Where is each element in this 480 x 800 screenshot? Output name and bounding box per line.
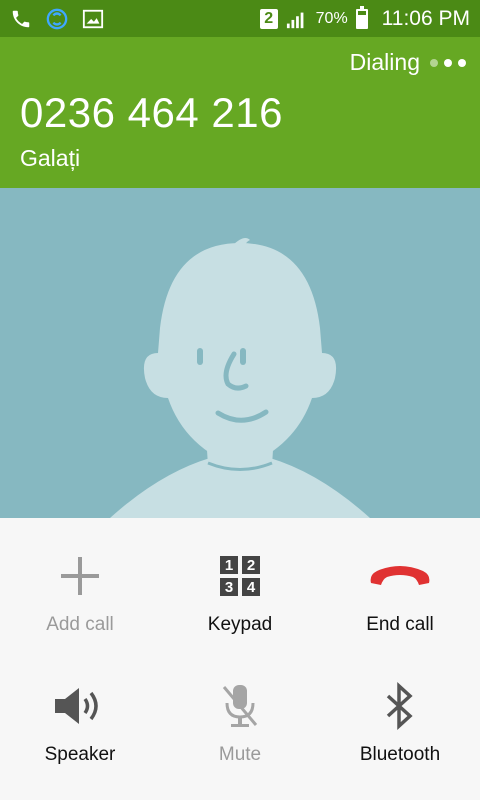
keypad-digit: 3	[220, 578, 238, 596]
speaker-label: Speaker	[44, 744, 116, 765]
mute-label: Mute	[218, 744, 262, 765]
keypad-icon: 1 2 3 4	[220, 548, 260, 604]
end-call-button[interactable]: End call	[320, 548, 480, 636]
dialing-dots-icon	[430, 58, 466, 67]
contact-photo	[0, 188, 480, 518]
battery-icon	[355, 5, 368, 29]
sync-icon	[46, 8, 68, 30]
bluetooth-label: Bluetooth	[359, 744, 441, 765]
clock: 11:06 PM	[381, 6, 470, 30]
add-call-label: Add call	[46, 614, 114, 635]
mute-button[interactable]: Mute	[160, 678, 320, 766]
end-call-icon	[367, 548, 433, 604]
gallery-icon	[82, 8, 104, 30]
phone-number: 0236 464 216	[20, 89, 283, 136]
keypad-button[interactable]: 1 2 3 4 Keypad	[160, 548, 320, 636]
battery-percent: 70%	[315, 9, 348, 27]
plus-icon	[59, 548, 101, 604]
end-call-label: End call	[366, 614, 434, 635]
keypad-digit: 4	[242, 578, 260, 596]
call-state-label: Dialing	[349, 49, 420, 75]
call-state: Dialing	[350, 49, 466, 76]
keypad-digit: 2	[242, 556, 260, 574]
call-controls: Add call 1 2 3 4 Keypad End call Speaker…	[0, 518, 480, 800]
status-bar: 2 70% 11:06 PM	[0, 0, 480, 37]
keypad-digit: 1	[220, 556, 238, 574]
call-header: Dialing 0236 464 216 Galați	[0, 37, 480, 188]
default-avatar-icon	[110, 238, 370, 518]
mic-off-icon	[220, 678, 260, 734]
speaker-icon	[53, 678, 107, 734]
speaker-button[interactable]: Speaker	[0, 678, 160, 766]
phone-icon	[10, 8, 32, 30]
bluetooth-icon	[383, 678, 417, 734]
keypad-label: Keypad	[207, 614, 273, 635]
signal-icon	[286, 8, 308, 30]
bluetooth-button[interactable]: Bluetooth	[320, 678, 480, 766]
sim-slot-badge: 2	[259, 8, 278, 29]
caller-location: Galați	[20, 145, 81, 171]
add-call-button[interactable]: Add call	[0, 548, 160, 636]
